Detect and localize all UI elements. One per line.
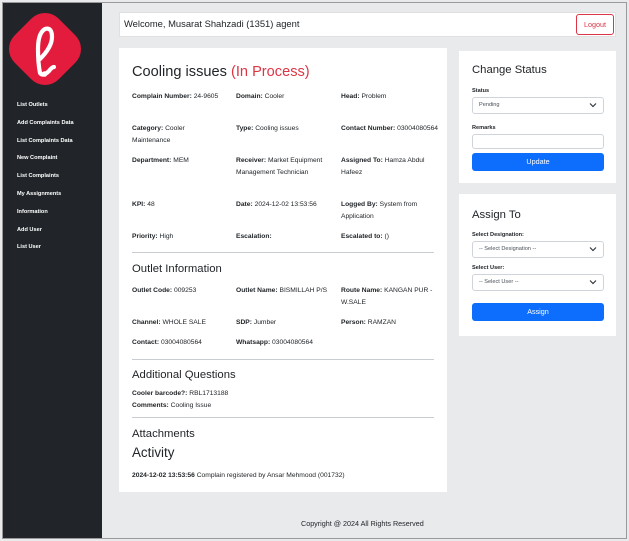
logged-by-field: Logged By: System from Application [341, 201, 418, 220]
type-field: Type: Cooling issues [236, 125, 299, 132]
sidebar-item-list-complaints[interactable]: List Complaints [17, 171, 74, 189]
status-label: Status [472, 88, 490, 94]
sidebar-item-add-complaints-data[interactable]: Add Complaints Data [17, 118, 74, 136]
escalated-to-field: Escalated to: () [341, 233, 389, 240]
remarks-label: Remarks [472, 125, 496, 131]
activity-entry: 2024-12-02 13:53:56 Complain registered … [132, 472, 345, 479]
assign-button[interactable]: Assign [472, 303, 604, 321]
sidebar-item-information[interactable]: Information [17, 207, 74, 225]
logout-button[interactable]: Logout [576, 14, 614, 35]
sidebar-nav: List Outlets Add Complaints Data List Co… [17, 100, 74, 260]
cooler-barcode-field: Cooler barcode?: RBL1713188 [132, 390, 229, 397]
sidebar-item-my-assignments[interactable]: My Assignments [17, 189, 74, 207]
chevron-down-icon [589, 247, 597, 252]
department-field: Department: MEM [132, 157, 189, 164]
sidebar-item-list-outlets[interactable]: List Outlets [17, 100, 74, 118]
sidebar: List Outlets Add Complaints Data List Co… [3, 3, 102, 538]
divider [132, 252, 434, 253]
outlet-code-field: Outlet Code: 009253 [132, 287, 197, 294]
complain-number-field: Complain Number: 24-9605 [132, 93, 219, 100]
outlet-information-heading: Outlet Information [132, 263, 222, 275]
additional-questions-heading: Additional Questions [132, 369, 236, 381]
sidebar-item-new-complaint[interactable]: New Complaint [17, 153, 74, 171]
sidebar-item-list-complaints-data[interactable]: List Complaints Data [17, 136, 74, 154]
assign-to-heading: Assign To [472, 209, 521, 221]
designation-select-value: -- Select Designation -- [479, 246, 537, 252]
whatsapp-field: Whatsapp: 03004080564 [236, 339, 313, 346]
receiver-field: Receiver: Market Equipment Management Te… [236, 157, 323, 176]
person-field: Person: RAMZAN [341, 319, 397, 326]
page-title: Cooling issues (In Process) [132, 64, 310, 80]
chevron-down-icon [589, 103, 597, 108]
top-bar: Welcome, Musarat Shahzadi (1351) agent L… [119, 12, 616, 37]
attachments-heading: Attachments [132, 428, 195, 440]
contact-number-field: Contact Number: 03004080564 [341, 125, 439, 132]
remarks-input[interactable] [472, 134, 604, 149]
app-window: List Outlets Add Complaints Data List Co… [2, 2, 627, 539]
sidebar-item-add-user[interactable]: Add User [17, 225, 74, 243]
complaint-details-card: Cooling issues (In Process) Complain Num… [119, 48, 447, 492]
user-label: Select User: [472, 265, 505, 271]
designation-label: Select Designation: [472, 232, 524, 238]
outlet-name-field: Outlet Name: BISMILLAH P/S [236, 287, 328, 294]
channel-field: Channel: WHOLE SALE [132, 319, 206, 326]
welcome-text: Welcome, Musarat Shahzadi (1351) agent [124, 18, 300, 29]
footer-copyright: Copyright @ 2024 All Rights Reserved [301, 519, 424, 528]
designation-select[interactable]: -- Select Designation -- [472, 241, 604, 258]
priority-field: Priority: High [132, 233, 174, 240]
update-button[interactable]: Update [472, 153, 604, 171]
user-select[interactable]: -- Select User -- [472, 274, 604, 291]
divider [132, 359, 434, 360]
change-status-heading: Change Status [472, 64, 547, 76]
activity-heading: Activity [132, 445, 175, 460]
status-badge: (In Process) [230, 64, 310, 80]
sidebar-item-list-user[interactable]: List User [17, 242, 74, 260]
change-status-card: Change Status Status Pending Remarks Upd… [459, 51, 616, 183]
contact-field: Contact: 03004080564 [132, 339, 202, 346]
comments-field: Comments: Cooling Issue [132, 402, 212, 409]
date-field: Date: 2024-12-02 13:53:56 [236, 201, 317, 208]
route-name-field: Route Name: KANGAN PUR - W.SALE [341, 287, 433, 306]
status-select[interactable]: Pending [472, 97, 604, 114]
user-select-value: -- Select User -- [479, 279, 519, 285]
assigned-to-field: Assigned To: Hamza Abdul Hafeez [341, 157, 425, 176]
head-field: Head: Problem [341, 93, 387, 100]
brand-logo [9, 13, 81, 85]
category-field: Category: Cooler Maintenance [132, 125, 185, 144]
domain-field: Domain: Cooler [236, 93, 285, 100]
status-select-value: Pending [479, 102, 500, 108]
kpi-field: KPI: 48 [132, 201, 155, 208]
complaint-title: Cooling issues [132, 64, 227, 80]
assign-to-card: Assign To Select Designation: -- Select … [459, 194, 616, 336]
chevron-down-icon [589, 280, 597, 285]
divider [132, 417, 434, 418]
escalation-field: Escalation: [236, 233, 272, 240]
sdp-field: SDP: Jumber [236, 319, 277, 326]
